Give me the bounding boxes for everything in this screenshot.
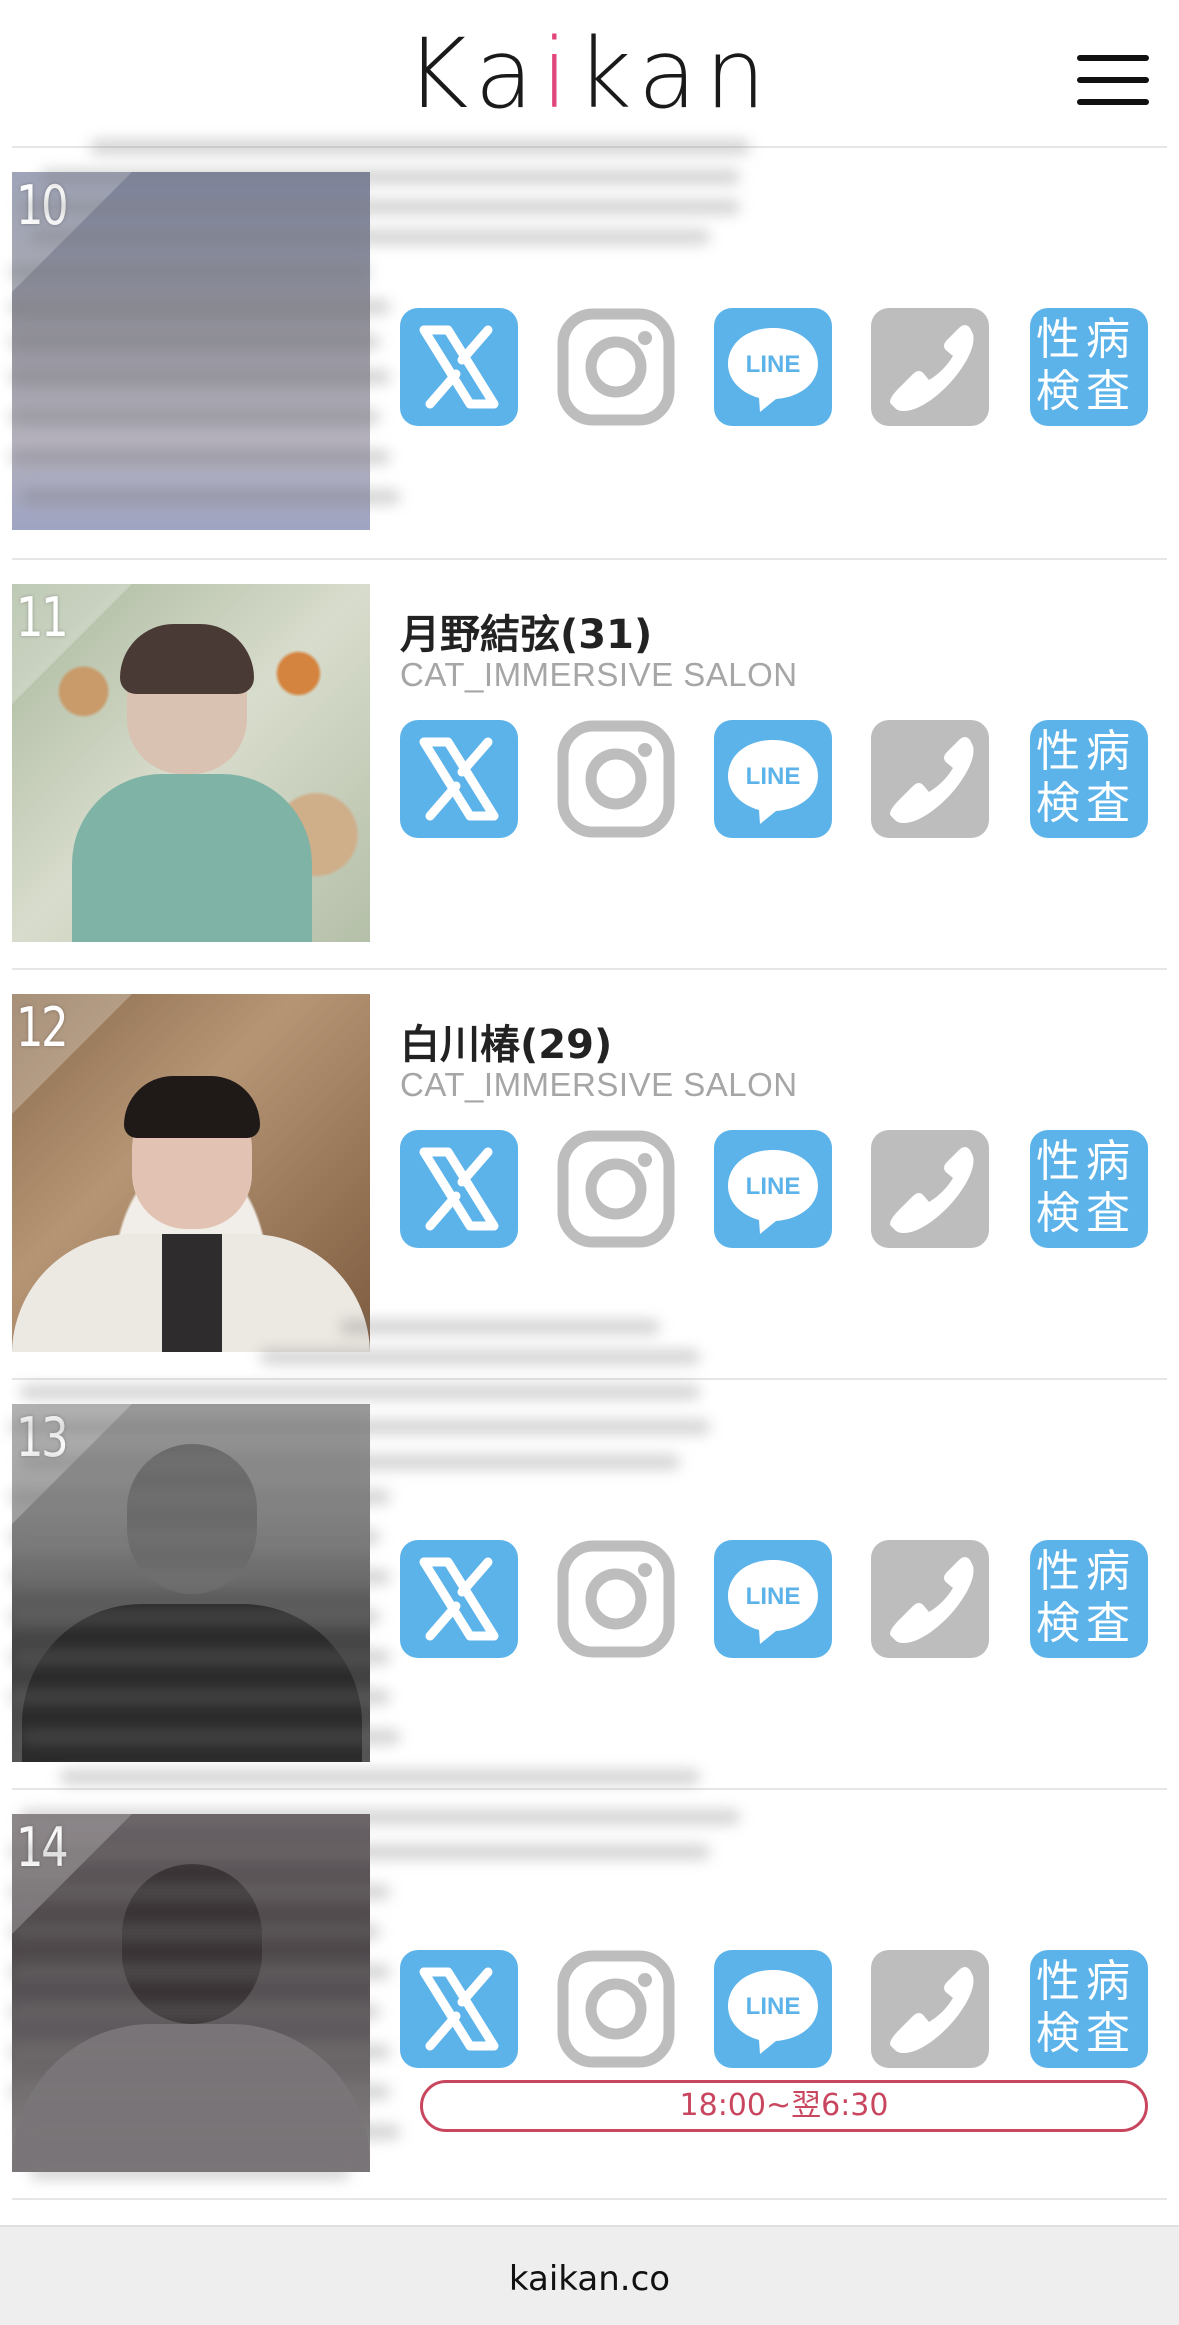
profile-photo[interactable]: 11 xyxy=(12,584,370,942)
instagram-icon[interactable] xyxy=(557,720,675,838)
cast-name[interactable]: 月野結弦(31) xyxy=(400,602,652,660)
list-item[interactable]: 11 月野結弦(31) CAT_IMMERSIVE SALON LINE 性病検… xyxy=(0,560,1179,970)
svg-text:LINE: LINE xyxy=(746,763,801,790)
line-icon[interactable]: LINE xyxy=(714,720,832,838)
phone-icon[interactable] xyxy=(871,720,989,838)
browser-address-bar[interactable]: kaikan.co xyxy=(0,2225,1179,2325)
x-icon[interactable] xyxy=(400,1950,518,2068)
instagram-icon[interactable] xyxy=(557,308,675,426)
line-icon[interactable]: LINE xyxy=(714,308,832,426)
line-icon[interactable]: LINE xyxy=(714,1540,832,1658)
shop-name: CAT_IMMERSIVE SALON xyxy=(400,1066,798,1103)
std-test-icon[interactable]: 性病 検査 xyxy=(1030,308,1148,426)
shop-name: CAT_IMMERSIVE SALON xyxy=(400,656,798,693)
svg-text:LINE: LINE xyxy=(746,1583,801,1610)
rank-number: 10 xyxy=(16,174,69,237)
site-header: Kaikan xyxy=(0,0,1179,146)
logo-text-suffix: kan xyxy=(576,18,774,130)
divider xyxy=(12,2198,1167,2200)
rank-number: 14 xyxy=(16,1816,69,1879)
svg-text:LINE: LINE xyxy=(746,1173,801,1200)
url-text: kaikan.co xyxy=(508,2259,671,2299)
phone-icon[interactable] xyxy=(871,1130,989,1248)
rank-number: 12 xyxy=(16,996,69,1059)
social-links: LINE 性病 検査 xyxy=(400,1950,1160,2068)
profile-photo[interactable]: 10 xyxy=(12,172,370,530)
std-test-icon[interactable]: 性病 検査 xyxy=(1030,1950,1148,2068)
x-icon[interactable] xyxy=(400,1540,518,1658)
std-test-icon[interactable]: 性病 検査 xyxy=(1030,720,1148,838)
list-item[interactable]: 12 白川椿(29) CAT_IMMERSIVE SALON LINE 性病 検査 xyxy=(0,970,1179,1380)
instagram-icon[interactable] xyxy=(557,1540,675,1658)
std-test-icon[interactable]: 性病 検査 xyxy=(1030,1540,1148,1658)
x-icon[interactable] xyxy=(400,1130,518,1248)
logo-text-prefix: Ka xyxy=(405,18,542,130)
profile-photo[interactable]: 13 xyxy=(12,1404,370,1762)
profile-photo[interactable]: 12 xyxy=(12,994,370,1352)
line-icon[interactable]: LINE xyxy=(714,1950,832,2068)
x-icon[interactable] xyxy=(400,720,518,838)
x-icon[interactable] xyxy=(400,308,518,426)
list-item[interactable]: 10 LINE 性病 検査 xyxy=(0,148,1179,558)
social-links: LINE 性病 検査 xyxy=(400,1130,1160,1248)
social-links: LINE 性病 検査 xyxy=(400,1540,1160,1658)
social-links: LINE 性病 検査 xyxy=(400,720,1160,838)
phone-icon[interactable] xyxy=(871,1540,989,1658)
site-logo[interactable]: Kaikan xyxy=(0,14,1179,134)
line-icon[interactable]: LINE xyxy=(714,1130,832,1248)
instagram-icon[interactable] xyxy=(557,1130,675,1248)
rank-number: 11 xyxy=(16,586,69,649)
hamburger-menu-icon[interactable] xyxy=(1077,55,1149,105)
phone-icon[interactable] xyxy=(871,1950,989,2068)
list-item[interactable]: 14 LINE 性病 検査 18:00~翌6:30 xyxy=(0,1790,1179,2200)
svg-text:LINE: LINE xyxy=(746,1993,801,2020)
social-links: LINE 性病 検査 xyxy=(400,308,1160,426)
std-test-icon[interactable]: 性病 検査 xyxy=(1030,1130,1148,1248)
phone-icon[interactable] xyxy=(871,308,989,426)
rank-number: 13 xyxy=(16,1406,69,1469)
svg-text:LINE: LINE xyxy=(746,351,801,378)
instagram-icon[interactable] xyxy=(557,1950,675,2068)
profile-photo[interactable]: 14 xyxy=(12,1814,370,2172)
list-item[interactable]: 13 LINE 性病 検査 xyxy=(0,1380,1179,1790)
cast-name[interactable]: 白川椿(29) xyxy=(400,1012,612,1070)
logo-text-accent: i xyxy=(541,18,577,130)
business-hours-badge: 18:00~翌6:30 xyxy=(420,2080,1148,2132)
